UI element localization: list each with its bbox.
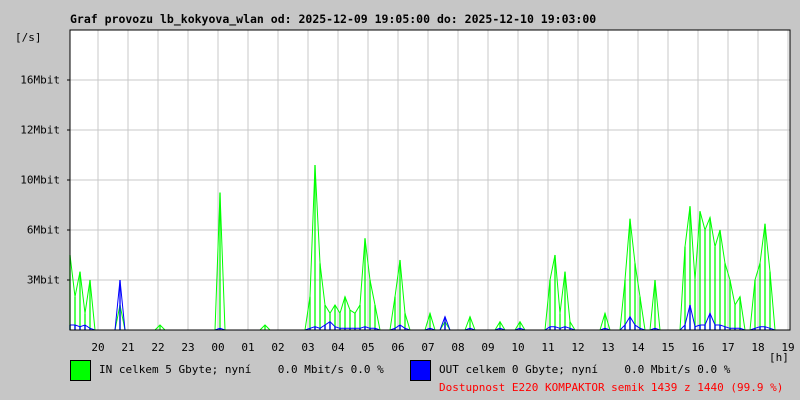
availability-text: Dostupnost E220 KOMPAKTOR semik 1439 z 1… [439, 381, 784, 394]
x-tick-label: 03 [301, 341, 315, 354]
x-tick-label: 14 [631, 341, 645, 354]
x-tick-label: 06 [391, 341, 405, 354]
x-tick-label: 07 [421, 341, 435, 354]
x-tick-label: 00 [211, 341, 225, 354]
x-tick-label: 09 [481, 341, 495, 354]
x-tick-label: 21 [121, 341, 135, 354]
x-tick-label: 01 [241, 341, 255, 354]
in-legend-swatch [70, 360, 91, 381]
out-legend-swatch [410, 360, 431, 381]
out-legend: OUT celkem 0 Gbyte; nyní 0.0 Mbit/s 0.0 … [439, 363, 731, 376]
x-tick-label: 20 [91, 341, 105, 354]
traffic-graph: Graf provozu lb_kokyova_wlan od: 2025-12… [0, 0, 800, 400]
x-tick-label: 15 [661, 341, 675, 354]
x-tick-label: 08 [451, 341, 465, 354]
y-tick-label: 3Mbit [26, 273, 60, 287]
x-tick-label: 17 [721, 341, 735, 354]
x-tick-label: 02 [271, 341, 285, 354]
x-tick-label: 22 [151, 341, 165, 354]
y-tick-label: 12Mbit [20, 123, 60, 137]
x-tick-label: 12 [571, 341, 585, 354]
in-legend: IN celkem 5 Gbyte; nyní 0.0 Mbit/s 0.0 % [99, 363, 384, 376]
x-tick-label: 23 [181, 341, 195, 354]
y-tick-label: 16Mbit [20, 73, 60, 87]
x-tick-label: 10 [511, 341, 525, 354]
y-tick-label: 10Mbit [20, 173, 60, 187]
x-axis-unit: [h] [769, 351, 789, 364]
y-tick-label: 6Mbit [26, 223, 60, 237]
x-tick-label: 13 [601, 341, 615, 354]
x-tick-label: 04 [331, 341, 345, 354]
x-tick-label: 16 [691, 341, 705, 354]
x-tick-label: 11 [541, 341, 555, 354]
x-tick-label: 05 [361, 341, 375, 354]
plot-area [67, 29, 791, 331]
x-tick-label: 18 [751, 341, 765, 354]
